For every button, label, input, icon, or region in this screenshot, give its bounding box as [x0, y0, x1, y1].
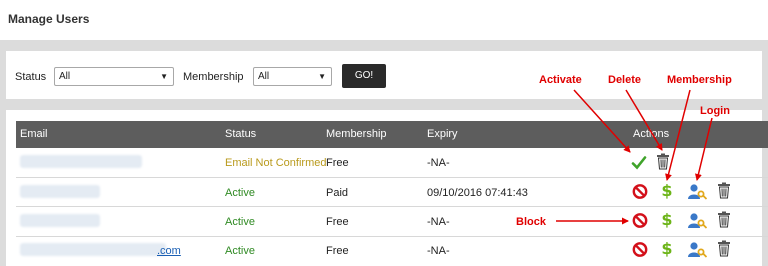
- annotation-delete: Delete: [608, 74, 642, 86]
- annotation-block: Block: [516, 216, 546, 228]
- annotation-arrows: [556, 89, 713, 225]
- activate-arrow: [573, 89, 631, 153]
- annotation-membership: Membership: [667, 74, 732, 86]
- membership-arrow: [665, 89, 691, 181]
- annotation-activate: Activate: [539, 74, 582, 86]
- annotation-login: Login: [700, 105, 730, 117]
- login-arrow: [695, 117, 713, 181]
- delete-arrow: [625, 89, 663, 151]
